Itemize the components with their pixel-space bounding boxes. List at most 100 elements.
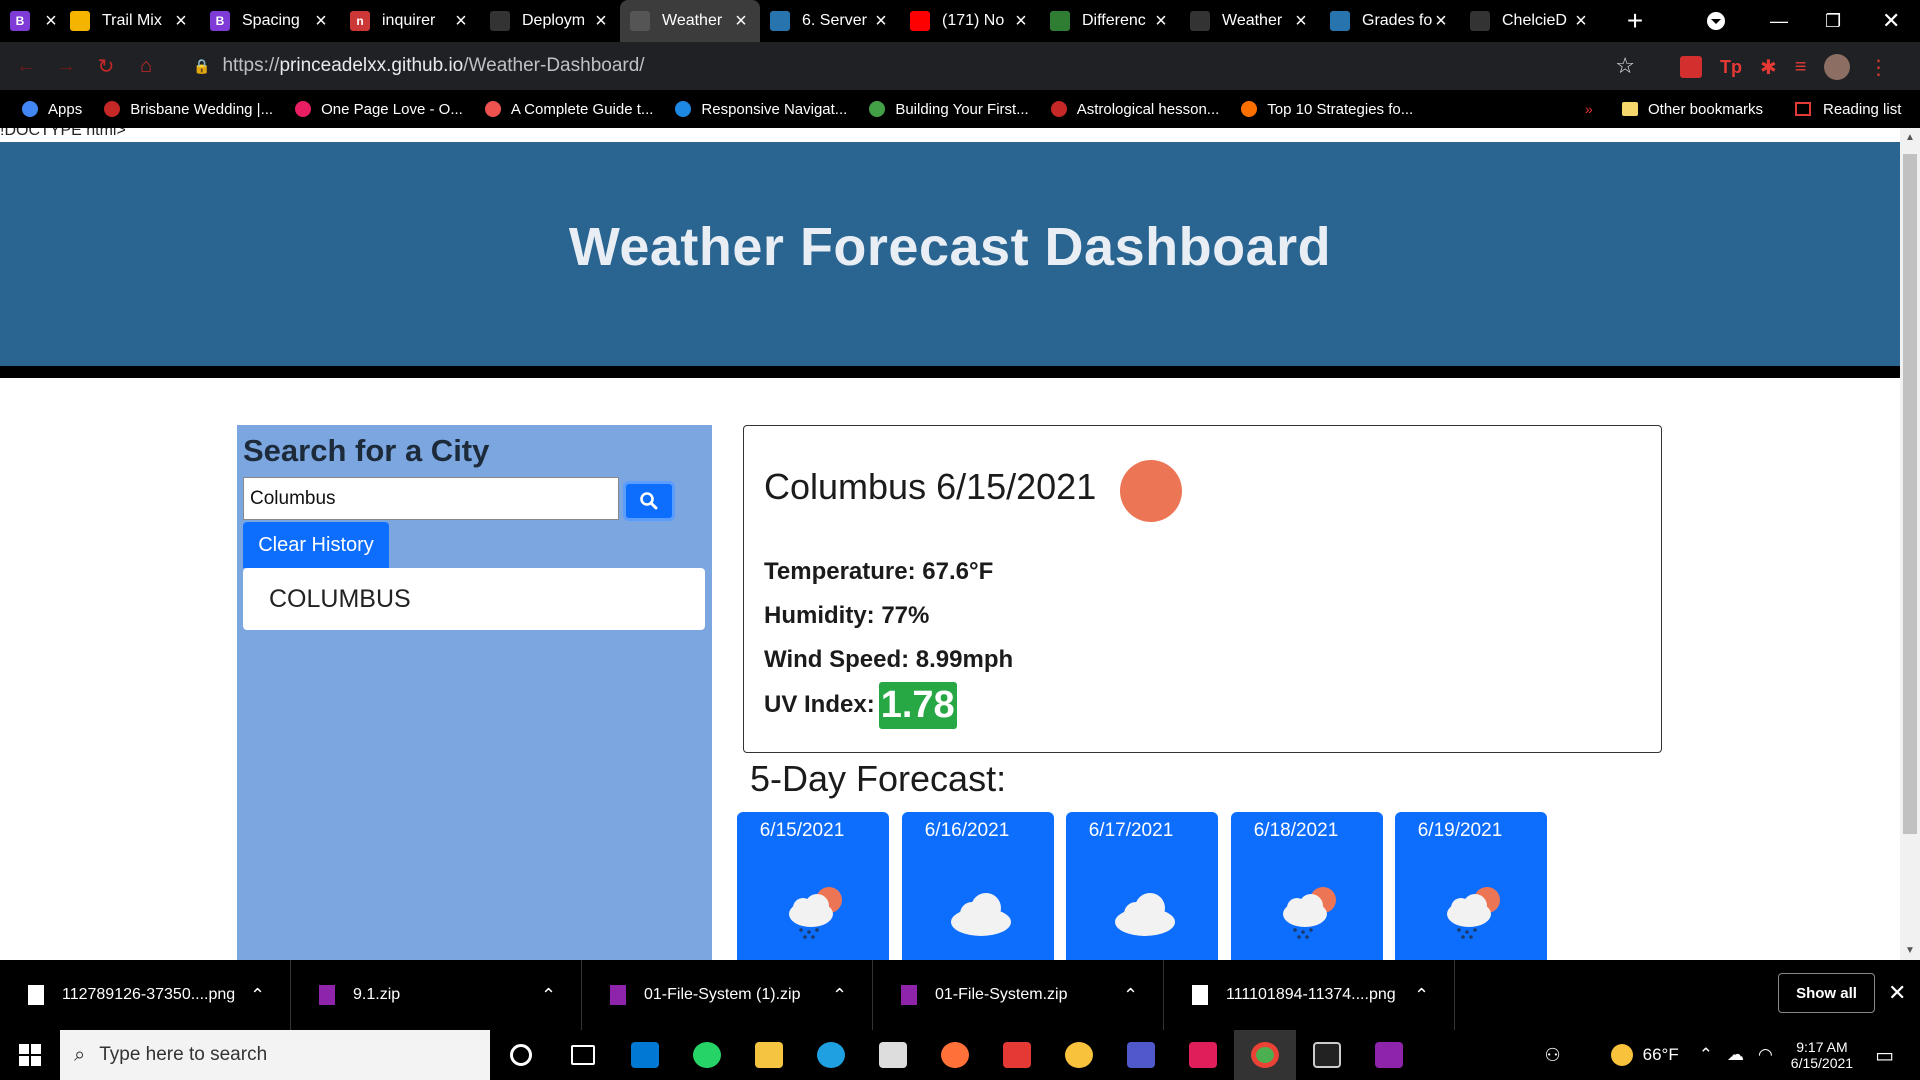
reload-icon[interactable]: ↻ <box>86 54 126 79</box>
scrollbar-thumb[interactable] <box>1903 154 1917 834</box>
search-button[interactable] <box>623 481 675 521</box>
sun-rain-cloud-icon <box>1283 887 1336 939</box>
browser-tab[interactable]: Grades fo × <box>1320 0 1460 42</box>
star-icon[interactable]: ☆ <box>1615 53 1635 79</box>
task-view-icon[interactable] <box>552 1030 614 1080</box>
download-menu-icon[interactable]: ⌃ <box>1123 985 1163 1006</box>
download-item[interactable]: 01-File-System.zip ⌃ <box>873 960 1164 1030</box>
start-button[interactable] <box>0 1030 60 1080</box>
bookmark-item[interactable]: A Complete Guide t... <box>484 101 653 118</box>
browser-tab[interactable]: (171) No × <box>900 0 1040 42</box>
profile-menu-icon[interactable] <box>1705 0 1727 42</box>
browser-tab[interactable]: 6. Server × <box>760 0 900 42</box>
winrar-icon[interactable] <box>1358 1030 1420 1080</box>
tab-close-icon[interactable]: × <box>732 10 750 33</box>
tp-extension-icon[interactable]: Tp <box>1720 57 1742 78</box>
edge-icon[interactable] <box>800 1030 862 1080</box>
city-search-input[interactable] <box>243 477 619 520</box>
tab-close-icon[interactable]: × <box>1152 10 1170 33</box>
download-menu-icon[interactable]: ⌃ <box>832 985 872 1006</box>
file-explorer-icon[interactable] <box>738 1030 800 1080</box>
chrome-icon[interactable] <box>1234 1030 1296 1080</box>
download-item[interactable]: 01-File-System (1).zip ⌃ <box>582 960 873 1030</box>
page-scrollbar[interactable]: ▲ ▼ <box>1900 128 1920 960</box>
close-window-icon[interactable]: ✕ <box>1882 0 1900 42</box>
tab-favicon-icon <box>630 11 650 31</box>
onedrive-icon[interactable]: ☁ <box>1727 1045 1744 1065</box>
browser-tab[interactable]: Weather × <box>620 0 760 42</box>
tab-close-icon[interactable]: × <box>312 10 330 33</box>
taskbar-search[interactable]: ⌕ Type here to search <box>60 1030 490 1080</box>
terminal-icon[interactable] <box>1296 1030 1358 1080</box>
download-menu-icon[interactable]: ⌃ <box>250 985 290 1006</box>
restore-icon[interactable]: ❐ <box>1825 0 1841 42</box>
url-field[interactable]: 🔒 https://princeadelxx.github.io/Weather… <box>175 48 1645 84</box>
norton-icon[interactable] <box>1048 1030 1110 1080</box>
cloud-icon <box>951 893 1011 936</box>
people-icon[interactable]: ⚇ <box>1544 1045 1560 1066</box>
bookmark-item[interactable]: One Page Love - O... <box>295 101 463 118</box>
zip-file-icon <box>319 985 335 1005</box>
bookmark-icon <box>295 101 312 117</box>
bookmark-item[interactable]: Responsive Navigat... <box>675 101 847 118</box>
reading-list[interactable]: Reading list <box>1795 101 1901 118</box>
firefox-icon[interactable] <box>924 1030 986 1080</box>
store-icon[interactable] <box>862 1030 924 1080</box>
chevron-up-icon[interactable]: ⌃ <box>1699 1045 1713 1065</box>
show-all-button[interactable]: Show all <box>1778 973 1875 1013</box>
tab-close-icon[interactable]: × <box>1432 10 1450 33</box>
download-menu-icon[interactable]: ⌃ <box>541 985 581 1006</box>
browser-tab[interactable]: ChelcieD × <box>1460 0 1600 42</box>
tab-close-icon[interactable]: × <box>1572 10 1590 33</box>
tab-close-icon[interactable]: × <box>1292 10 1310 33</box>
bookmark-item[interactable]: Top 10 Strategies fo... <box>1241 101 1413 118</box>
wifi-icon[interactable]: ◠ <box>1758 1045 1773 1065</box>
tab-close-icon[interactable]: × <box>42 10 60 33</box>
tray-weather[interactable]: 66°F <box>1643 1045 1679 1065</box>
back-icon[interactable]: ← <box>6 55 46 78</box>
tab-close-icon[interactable]: × <box>592 10 610 33</box>
tab-close-icon[interactable]: × <box>452 10 470 33</box>
browser-tab[interactable]: B Spacing × <box>200 0 340 42</box>
bookmarks-overflow-icon[interactable]: » <box>1585 101 1593 117</box>
bookmark-item[interactable]: Brisbane Wedding |... <box>104 101 273 118</box>
notifications-icon[interactable]: ▭ <box>1875 1043 1894 1068</box>
download-item[interactable]: 112789126-37350....png ⌃ <box>0 960 291 1030</box>
close-downloads-icon[interactable]: ✕ <box>1888 980 1906 1006</box>
browser-tab[interactable]: Weather × <box>1180 0 1320 42</box>
browser-tab[interactable]: n inquirer × <box>340 0 480 42</box>
media-icon[interactable]: ≡ <box>1795 56 1807 79</box>
download-item[interactable]: 9.1.zip ⌃ <box>291 960 582 1030</box>
mail-icon[interactable] <box>614 1030 676 1080</box>
slack-icon[interactable] <box>1172 1030 1234 1080</box>
tab-title: Spacing <box>242 12 300 29</box>
menu-icon[interactable]: ⋮ <box>1868 55 1888 80</box>
tab-close-icon[interactable]: × <box>1012 10 1030 33</box>
bookmark-item[interactable]: Building Your First... <box>869 101 1029 118</box>
minimize-icon[interactable]: — <box>1770 0 1788 42</box>
browser-tab[interactable]: B × <box>0 0 60 42</box>
history-item[interactable]: COLUMBUS <box>243 568 705 630</box>
tab-close-icon[interactable]: × <box>172 10 190 33</box>
whatsapp-icon[interactable] <box>676 1030 738 1080</box>
bookmark-item[interactable]: Astrological hesson... <box>1050 101 1219 118</box>
app-red-icon[interactable] <box>986 1030 1048 1080</box>
clear-history-button[interactable]: Clear History <box>243 522 389 568</box>
other-bookmarks[interactable]: Other bookmarks <box>1622 101 1763 118</box>
browser-tab[interactable]: Deploym × <box>480 0 620 42</box>
pdf-extension-icon[interactable] <box>1680 56 1702 78</box>
avatar[interactable] <box>1824 54 1851 80</box>
teams-icon[interactable] <box>1110 1030 1172 1080</box>
tab-close-icon[interactable]: × <box>872 10 890 33</box>
cortana-icon[interactable] <box>490 1030 552 1080</box>
extensions-icon[interactable]: ✱ <box>1760 55 1777 80</box>
bookmark-item[interactable]: Apps <box>22 101 82 118</box>
download-menu-icon[interactable]: ⌃ <box>1414 985 1454 1006</box>
clock[interactable]: 9:17 AM 6/15/2021 <box>1791 1039 1853 1071</box>
browser-tab[interactable]: Differenc × <box>1040 0 1180 42</box>
download-item[interactable]: 111101894-11374....png ⌃ <box>1164 960 1455 1030</box>
new-tab-icon[interactable]: + <box>1620 5 1650 37</box>
forward-icon[interactable]: → <box>46 55 86 78</box>
browser-tab[interactable]: Trail Mix × <box>60 0 200 42</box>
home-icon[interactable]: ⌂ <box>126 55 166 78</box>
